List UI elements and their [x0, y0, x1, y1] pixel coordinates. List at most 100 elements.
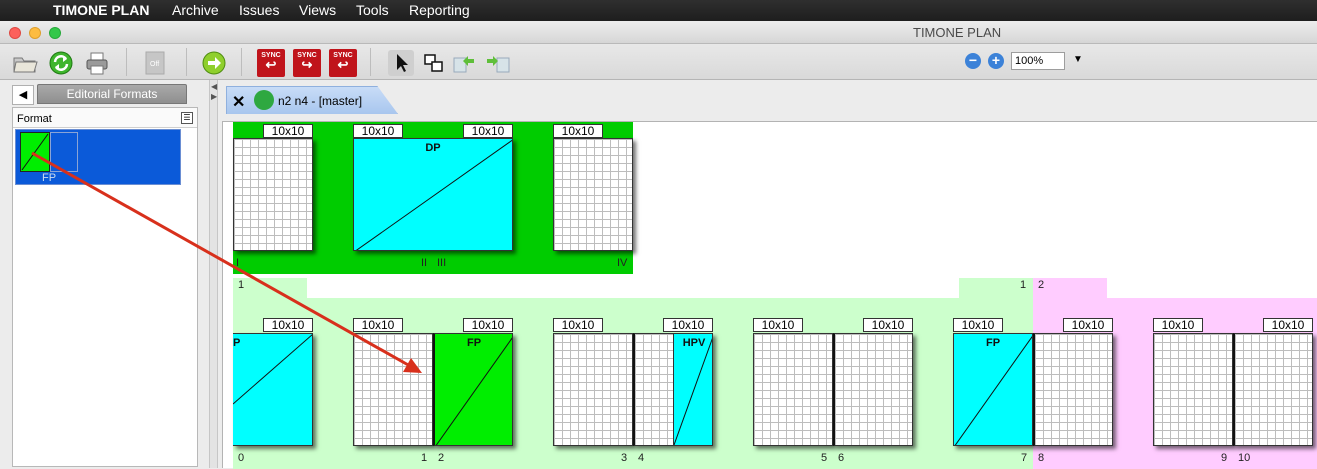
page-3[interactable]	[553, 333, 633, 446]
page-8[interactable]	[1033, 333, 1113, 446]
format-column-header[interactable]: Format ☰	[13, 108, 197, 128]
title-bar: TIMONE PLAN	[0, 21, 1317, 44]
folio-5: 5	[821, 452, 828, 464]
page-5[interactable]	[753, 333, 833, 446]
editorial-formats-tab[interactable]: Editorial Formats	[37, 84, 187, 104]
page-0[interactable]: P	[233, 333, 313, 446]
folio-10: 10	[1238, 452, 1251, 464]
page-1-size-label: 10x10	[353, 318, 403, 332]
folio-7: 7	[1021, 452, 1028, 464]
page-III-size-label: 10x10	[463, 124, 513, 138]
page-5-size-label: 10x10	[753, 318, 803, 332]
folio-II: II	[421, 257, 428, 269]
document-status-icon	[254, 90, 274, 110]
folio-9: 9	[1221, 452, 1228, 464]
page-9[interactable]	[1153, 333, 1233, 446]
section-3-number: 2	[1038, 279, 1045, 291]
sync-icon-1[interactable]: SYNC ↩	[257, 49, 285, 77]
move-left-icon[interactable]	[452, 50, 478, 76]
minimize-window-button[interactable]	[29, 27, 41, 39]
panel-splitter[interactable]: ◀ ▶	[209, 80, 218, 468]
page-2-title: FP	[466, 337, 482, 349]
flatplan-canvas[interactable]: 10x10 DP 10x10 10x10 10x10 I II III IV 1…	[222, 121, 1317, 469]
splitter-right-arrow[interactable]: ▶	[211, 92, 217, 101]
format-item-label: FP	[42, 172, 57, 184]
folio-4: 4	[638, 452, 645, 464]
format-list: Format ☰ FP	[12, 107, 198, 467]
page-dp-spread[interactable]: DP	[353, 138, 513, 251]
folio-IV: IV	[617, 257, 628, 269]
page-6[interactable]	[833, 333, 913, 446]
page-8-size-label: 10x10	[1063, 318, 1113, 332]
splitter-left-arrow[interactable]: ◀	[211, 82, 217, 91]
page-0-title: P	[233, 337, 241, 349]
page-9-size-label: 10x10	[1153, 318, 1203, 332]
menu-reporting[interactable]: Reporting	[409, 2, 470, 18]
collapse-panel-button[interactable]: ◀	[12, 85, 34, 105]
page-1[interactable]	[353, 333, 433, 446]
page-2-size-label: 10x10	[463, 318, 513, 332]
document-tab-label: n2 n4 - [master]	[278, 94, 363, 108]
menu-archive[interactable]: Archive	[172, 2, 219, 18]
page-7-size-label: 10x10	[953, 318, 1003, 332]
open-folder-icon[interactable]	[12, 50, 38, 76]
hpv-block[interactable]: HPV	[673, 334, 712, 445]
fp-thumbnail-outline	[50, 132, 78, 172]
document-tab[interactable]: ✕ n2 n4 - [master]	[226, 86, 398, 114]
zoom-out-button[interactable]: −	[965, 53, 981, 69]
sync-icon-3[interactable]: SYNC ↩	[329, 49, 357, 77]
move-right-icon[interactable]	[485, 50, 511, 76]
page-I-size-label: 10x10	[263, 124, 313, 138]
close-tab-icon[interactable]: ✕	[232, 92, 245, 112]
page-7-title: FP	[985, 337, 1001, 349]
menu-issues[interactable]: Issues	[239, 2, 279, 18]
page-IV-size-label: 10x10	[553, 124, 603, 138]
page-7-fp[interactable]: FP	[953, 333, 1033, 446]
folio-2: 2	[438, 452, 445, 464]
window-title: TIMONE PLAN	[913, 25, 1002, 40]
page-IV[interactable]	[553, 138, 633, 251]
folio-1: 1	[421, 452, 428, 464]
page-2-fp[interactable]: FP	[433, 333, 513, 446]
folio-0: 0	[238, 452, 245, 464]
format-item-fp[interactable]: FP	[15, 129, 181, 185]
folio-8: 8	[1038, 452, 1045, 464]
page-3-size-label: 10x10	[553, 318, 603, 332]
menu-bar: TIMONE PLAN Archive Issues Views Tools R…	[0, 0, 1317, 21]
zoom-in-button[interactable]: +	[988, 53, 1004, 69]
transform-pages-icon[interactable]	[421, 50, 447, 76]
toolbar: Off SYNC ↩ SYNC ↪ SYNC ↩ − + 100% ▼	[0, 44, 1317, 80]
page-0-size-label: 10x10	[263, 318, 313, 332]
page-6-size-label: 10x10	[863, 318, 913, 332]
close-window-button[interactable]	[9, 27, 21, 39]
svg-text:Off: Off	[150, 61, 159, 68]
folio-III: III	[437, 257, 447, 269]
left-panel: ◀ Editorial Formats Format ☰ FP	[0, 80, 209, 468]
sync-icon-2[interactable]: SYNC ↪	[293, 49, 321, 77]
menu-tools[interactable]: Tools	[356, 2, 389, 18]
column-options-icon[interactable]: ☰	[181, 112, 193, 124]
fp-thumbnail	[20, 132, 50, 172]
folio-I: I	[236, 257, 240, 269]
zoom-input[interactable]: 100%	[1011, 52, 1065, 70]
page-10-size-label: 10x10	[1263, 318, 1313, 332]
refresh-icon[interactable]	[48, 50, 74, 76]
zoom-window-button[interactable]	[49, 27, 61, 39]
go-forward-icon[interactable]	[201, 50, 227, 76]
dp-title: DP	[425, 142, 441, 154]
folio-3: 3	[621, 452, 628, 464]
page-10[interactable]	[1233, 333, 1313, 446]
format-header-label: Format	[17, 113, 52, 125]
menu-app-name[interactable]: TIMONE PLAN	[53, 2, 149, 18]
menu-views[interactable]: Views	[299, 2, 336, 18]
off-page-icon[interactable]: Off	[143, 50, 169, 76]
page-4[interactable]: HPV	[633, 333, 713, 446]
hpv-title: HPV	[682, 337, 706, 349]
page-II-size-label: 10x10	[353, 124, 403, 138]
folio-6: 6	[838, 452, 845, 464]
zoom-dropdown-arrow[interactable]: ▼	[1073, 54, 1083, 65]
print-icon[interactable]	[84, 50, 110, 76]
page-I[interactable]	[233, 138, 313, 251]
section-2-number: 1	[1020, 279, 1027, 291]
select-pointer-icon[interactable]	[388, 50, 414, 76]
